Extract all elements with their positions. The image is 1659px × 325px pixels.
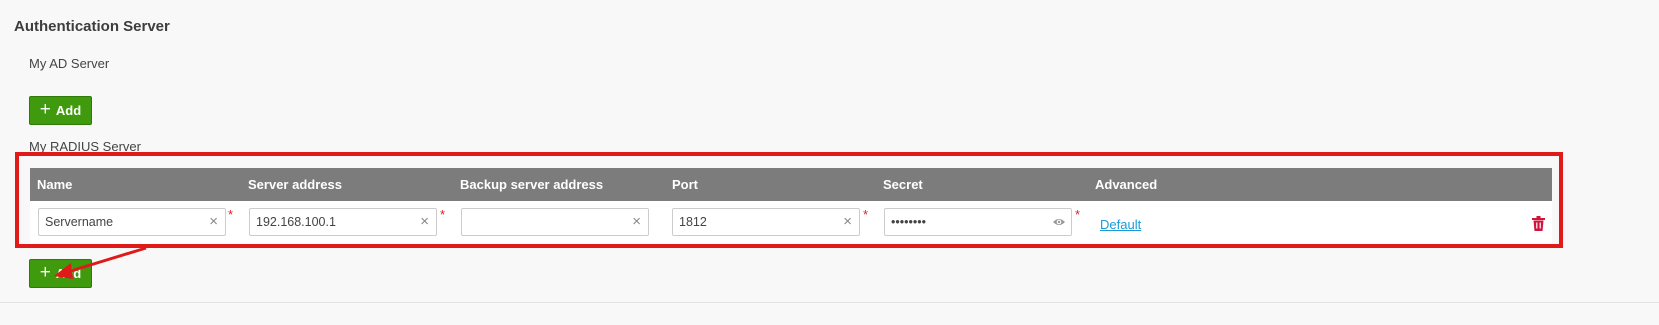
add-radius-server-button[interactable]: + Add: [29, 259, 92, 288]
ad-server-label: My AD Server: [29, 56, 110, 71]
section-title: Authentication Server: [14, 18, 170, 35]
plus-icon: +: [39, 262, 51, 283]
add-ad-server-button[interactable]: + Add: [29, 96, 92, 125]
add-ad-server-label: Add: [55, 103, 82, 118]
add-radius-server-label: Add: [55, 266, 82, 281]
plus-icon: +: [39, 99, 51, 120]
radius-table-highlight: [15, 152, 1563, 248]
divider: [0, 302, 1659, 303]
